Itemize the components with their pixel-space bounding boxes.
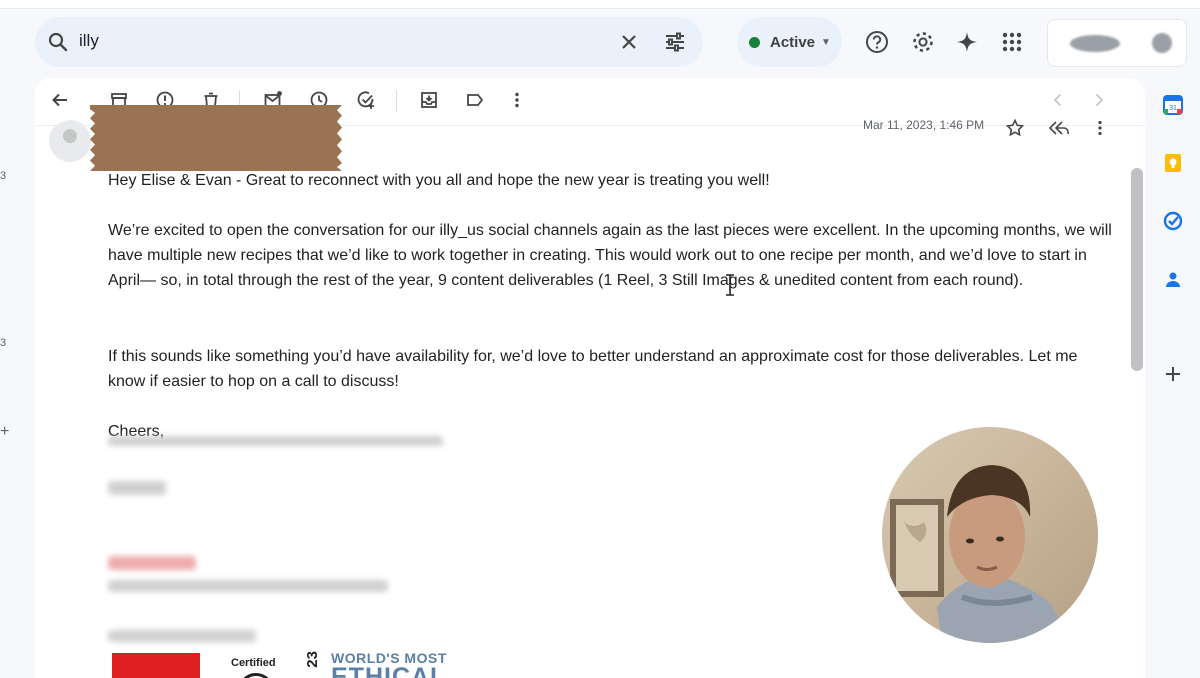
- search-icon[interactable]: [46, 30, 70, 54]
- add-addon-plus-icon[interactable]: [1163, 364, 1183, 384]
- email-date: Mar 11, 2023, 1:46 PM: [863, 118, 985, 132]
- email-paragraph: Hey Elise & Evan - Great to reconnect wi…: [108, 172, 770, 189]
- blurred-signature-line: [108, 436, 443, 446]
- search-input[interactable]: illy: [79, 31, 99, 51]
- clear-search-icon[interactable]: [617, 30, 641, 54]
- move-to-inbox-icon[interactable]: [419, 90, 439, 110]
- certified-badge-label: Certified: [231, 657, 276, 669]
- settings-gear-icon[interactable]: [910, 29, 936, 55]
- back-arrow-icon[interactable]: [50, 90, 70, 110]
- gemini-sparkle-icon[interactable]: [954, 29, 980, 55]
- svg-text:31: 31: [1169, 105, 1177, 112]
- email-paragraph: If this sounds like something you’d have…: [108, 348, 1078, 390]
- sender-avatar[interactable]: [49, 120, 91, 162]
- status-dot-icon: [749, 36, 760, 48]
- brand-logo: [112, 653, 200, 678]
- chevron-right-icon[interactable]: [1089, 90, 1109, 110]
- scrollbar-thumb[interactable]: [1131, 168, 1143, 371]
- google-keep-icon[interactable]: [1163, 153, 1183, 173]
- add-task-icon[interactable]: [356, 90, 376, 110]
- blurred-signature-line: [108, 481, 166, 495]
- certified-badge-icon: [238, 673, 274, 678]
- rail-plus-icon[interactable]: +: [0, 423, 9, 441]
- toolbar-divider: [396, 90, 397, 112]
- rail-count: 3: [0, 337, 7, 349]
- blurred-signature-line: [108, 556, 196, 570]
- chevron-down-icon: ▼: [821, 36, 831, 48]
- webcam-overlay: [882, 427, 1098, 643]
- google-contacts-icon[interactable]: [1163, 270, 1183, 290]
- search-options-icon[interactable]: [663, 30, 687, 54]
- account-logo-blurred: [1070, 35, 1120, 52]
- star-icon[interactable]: [1005, 118, 1025, 138]
- status-dropdown[interactable]: Active ▼: [737, 17, 842, 67]
- email-paragraph: We’re excited to open the conversation f…: [108, 222, 1112, 289]
- chevron-left-icon[interactable]: [1048, 90, 1068, 110]
- apps-grid-icon[interactable]: [999, 29, 1025, 55]
- blurred-signature-line: [108, 630, 256, 642]
- status-label: Active: [770, 33, 816, 51]
- ethical-badge-year: 23: [304, 651, 321, 668]
- more-vert-icon[interactable]: [507, 90, 527, 110]
- account-switcher[interactable]: [1047, 19, 1187, 67]
- sender-name-redaction: [90, 105, 342, 171]
- reply-all-icon[interactable]: [1047, 118, 1069, 138]
- ethical-badge-line2: ETHICAL: [331, 663, 447, 678]
- blurred-signature-line: [108, 580, 388, 592]
- message-more-icon[interactable]: [1090, 118, 1110, 138]
- rail-count: 3: [0, 170, 7, 182]
- help-icon[interactable]: [864, 29, 890, 55]
- label-tag-icon[interactable]: [465, 90, 485, 110]
- google-tasks-icon[interactable]: [1163, 211, 1183, 231]
- search-bar[interactable]: illy: [35, 17, 703, 67]
- google-calendar-icon[interactable]: 31: [1163, 95, 1183, 115]
- browser-top-strip: [0, 0, 1200, 9]
- text-cursor-icon: [726, 274, 734, 296]
- avatar[interactable]: [1152, 33, 1172, 53]
- presenter-video-icon: [890, 465, 1072, 643]
